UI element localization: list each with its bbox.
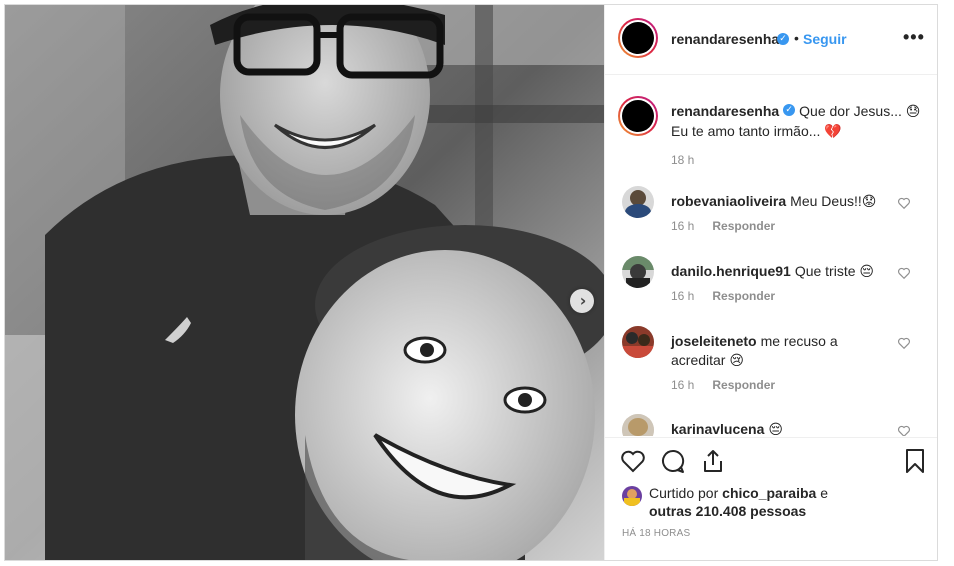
verified-badge-icon: ✓ [783, 104, 796, 117]
post-photo[interactable]: › [5, 5, 604, 560]
caption-line-2: Eu te amo tanto irmão... 💔 [671, 123, 842, 139]
reply-button[interactable]: Responder [712, 378, 775, 392]
post-time-ago[interactable]: HÁ 18 HORAS [622, 528, 690, 539]
caption-line-1: Que dor Jesus... 😓 [799, 103, 921, 119]
likes-summary: Curtido por chico_paraiba e outras 210.4… [649, 484, 849, 520]
like-comment-heart-icon[interactable] [897, 266, 911, 280]
caption-username[interactable]: renandaresenha [671, 103, 779, 119]
comment-meta: 16 h Responder [671, 378, 775, 392]
comment-body: Meu Deus!!😟 [790, 193, 877, 209]
comment-text: karinavlucena 😔 [671, 420, 881, 436]
comment-text: danilo.henrique91 Que triste 😔 [671, 262, 881, 281]
reply-button[interactable]: Responder [712, 289, 775, 303]
share-icon[interactable] [699, 447, 727, 475]
verified-badge-icon: ✓ [777, 33, 789, 45]
author-username[interactable]: renandaresenha [671, 31, 779, 47]
liker-avatar[interactable] [622, 486, 642, 506]
photo-image [5, 5, 604, 560]
commenter-username[interactable]: karinavlucena [671, 421, 764, 436]
commenter-username[interactable]: robevaniaoliveira [671, 193, 786, 209]
commenter-avatar[interactable] [622, 186, 654, 218]
post-side-panel: renandaresenha ✓ • Seguir ••• renandares… [604, 5, 937, 560]
separator-dot: • [794, 30, 799, 46]
caption-text: renandaresenha ✓ Que dor Jesus... 😓 Eu te … [671, 101, 921, 141]
comment-body: 😔 [768, 421, 783, 436]
comment-bubble-icon[interactable] [659, 447, 687, 475]
like-comment-heart-icon[interactable] [897, 424, 911, 436]
likes-conjunction: e [820, 485, 828, 501]
post-actions: Curtido por chico_paraiba e outras 210.4… [605, 437, 937, 560]
likes-prefix: Curtido por [649, 485, 719, 501]
comment-timestamp[interactable]: 16 h [671, 378, 694, 392]
comment-timestamp[interactable]: 16 h [671, 289, 694, 303]
post-dialog: › renandaresenha ✓ • Seguir ••• renandar… [4, 4, 938, 561]
comments-list[interactable]: renandaresenha ✓ Que dor Jesus... 😓 Eu te … [605, 76, 937, 436]
caption-timestamp[interactable]: 18 h [671, 153, 694, 167]
more-options-icon[interactable]: ••• [903, 27, 925, 48]
commenter-avatar[interactable] [622, 326, 654, 358]
liker-username[interactable]: chico_paraiba [722, 485, 816, 501]
comment-timestamp[interactable]: 16 h [671, 219, 694, 233]
like-comment-heart-icon[interactable] [897, 196, 911, 210]
follow-button[interactable]: Seguir [803, 31, 847, 47]
commenter-username[interactable]: danilo.henrique91 [671, 263, 791, 279]
heart-icon[interactable] [619, 447, 647, 475]
caption-author-avatar[interactable] [618, 96, 658, 136]
commenter-avatar[interactable] [622, 256, 654, 288]
bookmark-icon[interactable] [901, 447, 929, 475]
comment-text: robevaniaoliveira Meu Deus!!😟 [671, 192, 881, 211]
reply-button[interactable]: Responder [712, 219, 775, 233]
commenter-avatar[interactable] [622, 414, 654, 436]
post-header: renandaresenha ✓ • Seguir ••• [605, 5, 937, 75]
likes-others-count[interactable]: outras 210.408 pessoas [649, 503, 806, 519]
comment-meta: 16 h Responder [671, 289, 775, 303]
next-photo-button[interactable]: › [570, 289, 594, 313]
like-comment-heart-icon[interactable] [897, 336, 911, 350]
comment-body: Que triste 😔 [794, 263, 874, 279]
comment-text: joseleiteneto me recuso a acreditar 😢 [671, 332, 881, 370]
comment-meta: 16 h Responder [671, 219, 775, 233]
commenter-username[interactable]: joseleiteneto [671, 333, 757, 349]
chevron-right-icon: › [579, 291, 587, 310]
author-avatar[interactable] [618, 18, 658, 58]
